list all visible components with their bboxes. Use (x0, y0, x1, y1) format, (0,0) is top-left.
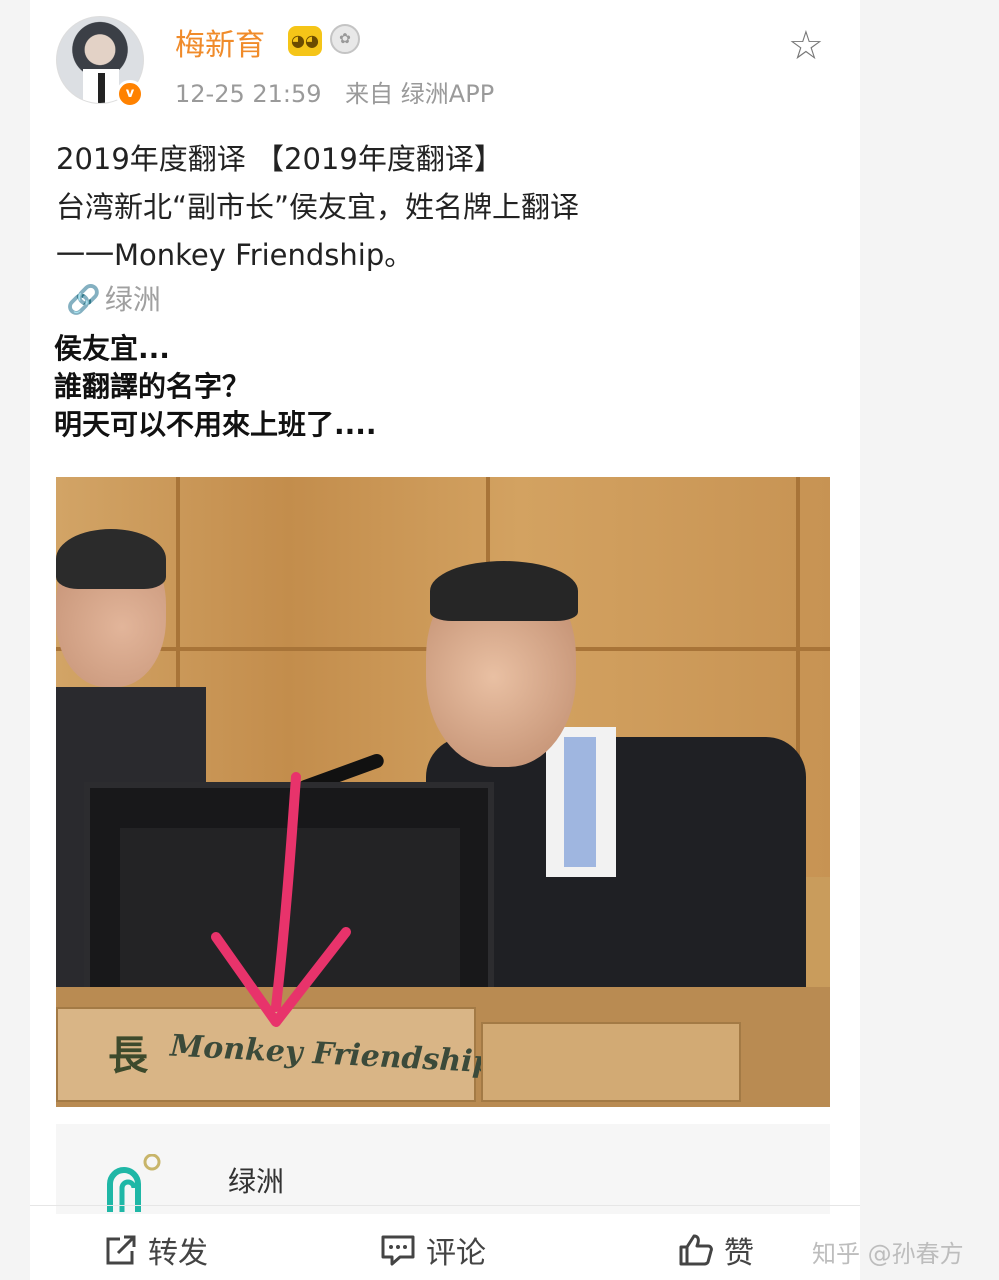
main-person-hair (430, 561, 578, 621)
nameplate-char: 長 (108, 1032, 148, 1079)
repost-label: 转发 (148, 1236, 208, 1271)
zhihu-watermark: 知乎 @孙春方 (812, 1240, 964, 1268)
post-text-line: 台湾新北“副市长”侯友宜，姓名牌上翻译 (56, 190, 580, 224)
medal-badge-icon[interactable]: ✿ (330, 24, 360, 54)
post-text-line: 一一Monkey Friendship。 (56, 238, 414, 272)
caption-line: 侯友宜... (54, 332, 170, 365)
repost-icon (106, 1235, 136, 1265)
post-meta: 12-25 21:59 来自 绿洲APP (175, 74, 510, 109)
image-caption: 侯友宜... 誰翻譯的名字？ 明天可以不用來上班了.... (54, 330, 377, 444)
comment-icon (381, 1235, 415, 1266)
favorite-star-icon[interactable]: ☆ (788, 26, 824, 66)
verified-icon: v (116, 80, 144, 108)
post-source: 来自 绿洲APP (345, 80, 495, 108)
oasis-card-label: 绿洲 (228, 1165, 285, 1198)
username[interactable]: 梅新育 (175, 20, 265, 64)
red-arrow-icon (211, 772, 351, 1027)
post-photo[interactable]: 長 Monkey Friendship (56, 477, 830, 1107)
link-icon: 🔗 (66, 283, 101, 316)
avatar-tie (98, 73, 105, 103)
comment-button[interactable]: 评论 (380, 1228, 486, 1272)
oasis-link[interactable]: 🔗 绿洲 (66, 278, 161, 318)
main-person-tie (564, 737, 596, 867)
post-text-line: 2019年度翻译 【2019年度翻译】 (56, 142, 503, 176)
vip-badge-icon[interactable]: ◕◕ (288, 26, 322, 56)
like-button[interactable]: 赞 (678, 1228, 754, 1272)
repost-button[interactable]: 转发 (104, 1228, 208, 1272)
like-label: 赞 (724, 1236, 754, 1271)
nameplate-right (481, 1022, 741, 1102)
caption-line: 誰翻譯的名字？ (54, 370, 251, 403)
post-text: 2019年度翻译 【2019年度翻译】 台湾新北“副市长”侯友宜，姓名牌上翻译 … (56, 135, 816, 279)
oasis-app-card[interactable]: 绿洲 (56, 1124, 830, 1214)
action-divider (30, 1205, 860, 1206)
comment-label: 评论 (426, 1236, 486, 1271)
oasis-link-label: 绿洲 (104, 283, 161, 316)
thumbs-up-icon (679, 1234, 713, 1266)
post-timestamp: 12-25 21:59 (175, 80, 322, 108)
left-person-hair (56, 529, 166, 589)
caption-line: 明天可以不用來上班了.... (54, 408, 377, 441)
